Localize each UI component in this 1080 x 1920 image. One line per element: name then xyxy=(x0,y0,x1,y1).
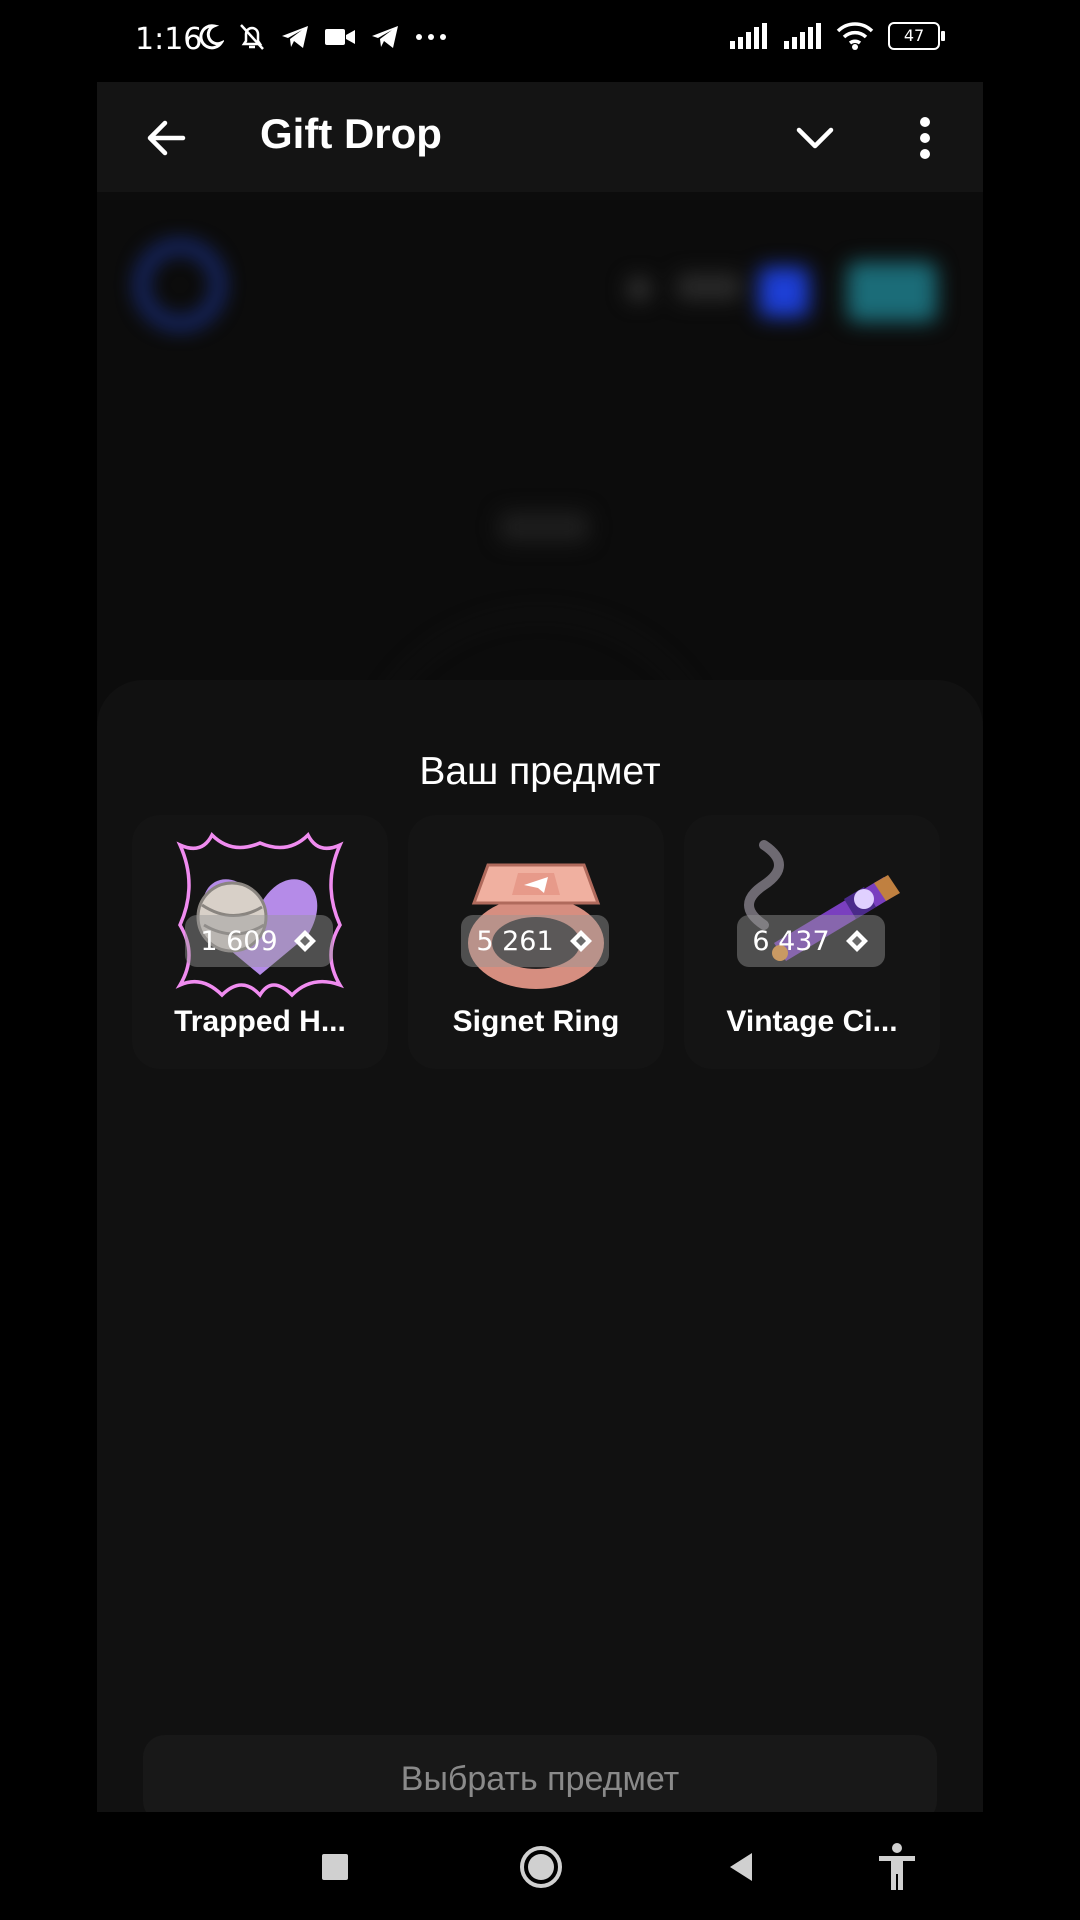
status-notification-icons xyxy=(196,22,448,52)
coin-icon xyxy=(293,930,316,952)
recents-button[interactable] xyxy=(310,1842,360,1892)
accessibility-button[interactable] xyxy=(872,1842,922,1892)
app-window: Gift Drop Ваш предмет 1 609 Trapped H...… xyxy=(97,82,983,1812)
item-name: Vintage Ci... xyxy=(726,1005,898,1038)
moon-icon xyxy=(199,24,224,50)
back-button[interactable] xyxy=(139,110,195,166)
back-icon xyxy=(730,1853,752,1881)
blurred-button xyxy=(847,262,937,322)
price-value: 1 609 xyxy=(200,925,278,957)
signal-icon xyxy=(730,23,767,49)
gift-card-signet-ring[interactable]: 5 261 Signet Ring xyxy=(408,815,664,1069)
recents-icon xyxy=(322,1854,348,1880)
bell-off-icon xyxy=(240,24,264,50)
sheet-title: Ваш предмет xyxy=(419,750,661,793)
signet-ring-icon xyxy=(468,863,604,989)
video-icon xyxy=(325,29,355,45)
accessibility-icon xyxy=(879,1843,915,1890)
status-time: 1:16 xyxy=(135,22,203,57)
blurred-balance xyxy=(677,274,741,300)
gift-card-trapped-heart[interactable]: 1 609 Trapped H... xyxy=(132,815,388,1069)
coin-icon xyxy=(845,930,868,952)
home-button[interactable] xyxy=(516,1842,566,1892)
more-dots-icon xyxy=(416,34,446,40)
more-vertical-icon xyxy=(920,117,930,159)
select-item-button[interactable]: Выбрать предмет xyxy=(143,1735,937,1812)
back-nav-button[interactable] xyxy=(716,1842,766,1892)
blurred-button xyxy=(759,267,809,317)
trapped-heart-icon xyxy=(175,832,345,998)
dropdown-button[interactable] xyxy=(787,110,843,166)
status-bar: 1:16 47 xyxy=(0,0,1080,82)
price-badge: 1 609 xyxy=(185,915,333,967)
price-badge: 6 437 xyxy=(737,915,885,967)
status-system-icons: 47 xyxy=(728,22,945,50)
price-value: 5 261 xyxy=(476,925,554,957)
avatar xyxy=(137,242,223,328)
app-header: Gift Drop xyxy=(97,82,983,192)
item-picker-sheet: Ваш предмет 1 609 Trapped H... 5 261 Sig… xyxy=(97,680,983,1812)
item-name: Signet Ring xyxy=(452,1005,620,1038)
wifi-icon xyxy=(836,22,874,50)
vintage-cigar-icon xyxy=(744,840,900,961)
coin-icon xyxy=(569,930,592,952)
battery-indicator: 47 xyxy=(888,22,945,50)
signal-icon xyxy=(784,23,821,49)
blurred-label xyxy=(499,512,589,542)
home-icon xyxy=(520,1846,562,1888)
blurred-dot xyxy=(627,277,651,301)
item-name: Trapped H... xyxy=(174,1005,346,1038)
gift-card-vintage-cigar[interactable]: 6 437 Vintage Ci... xyxy=(684,815,940,1069)
chevron-down-icon xyxy=(796,127,834,149)
price-badge: 5 261 xyxy=(461,915,609,967)
menu-button[interactable] xyxy=(897,110,953,166)
page-title: Gift Drop xyxy=(260,110,442,157)
telegram-icon xyxy=(372,26,398,48)
item-list: 1 609 Trapped H... 5 261 Signet Ring 6 4… xyxy=(132,815,940,1069)
price-value: 6 437 xyxy=(752,925,830,957)
arrow-left-icon xyxy=(147,120,186,156)
telegram-icon xyxy=(282,26,308,48)
system-nav-bar xyxy=(0,1812,1080,1920)
